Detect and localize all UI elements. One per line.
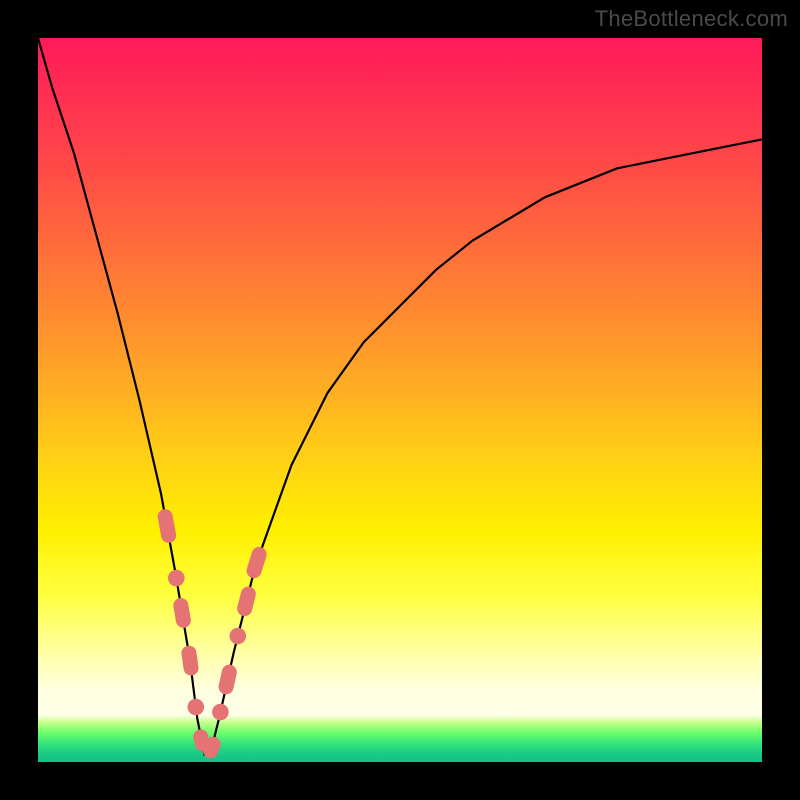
highlight-marker bbox=[156, 508, 177, 544]
curve-highlight-markers bbox=[156, 508, 268, 761]
highlight-marker bbox=[230, 628, 247, 645]
highlight-marker bbox=[217, 663, 238, 696]
highlight-marker bbox=[168, 570, 185, 587]
highlight-marker bbox=[188, 699, 205, 716]
highlight-marker bbox=[212, 704, 229, 721]
plot-area bbox=[38, 38, 762, 762]
highlight-marker bbox=[245, 545, 269, 580]
plot-svg bbox=[38, 38, 762, 762]
highlight-marker bbox=[180, 645, 199, 677]
chart-frame: TheBottleneck.com bbox=[0, 0, 800, 800]
highlight-marker bbox=[236, 585, 258, 618]
highlight-marker bbox=[172, 597, 192, 629]
bottleneck-curve bbox=[38, 38, 762, 755]
watermark-text: TheBottleneck.com bbox=[595, 6, 788, 32]
